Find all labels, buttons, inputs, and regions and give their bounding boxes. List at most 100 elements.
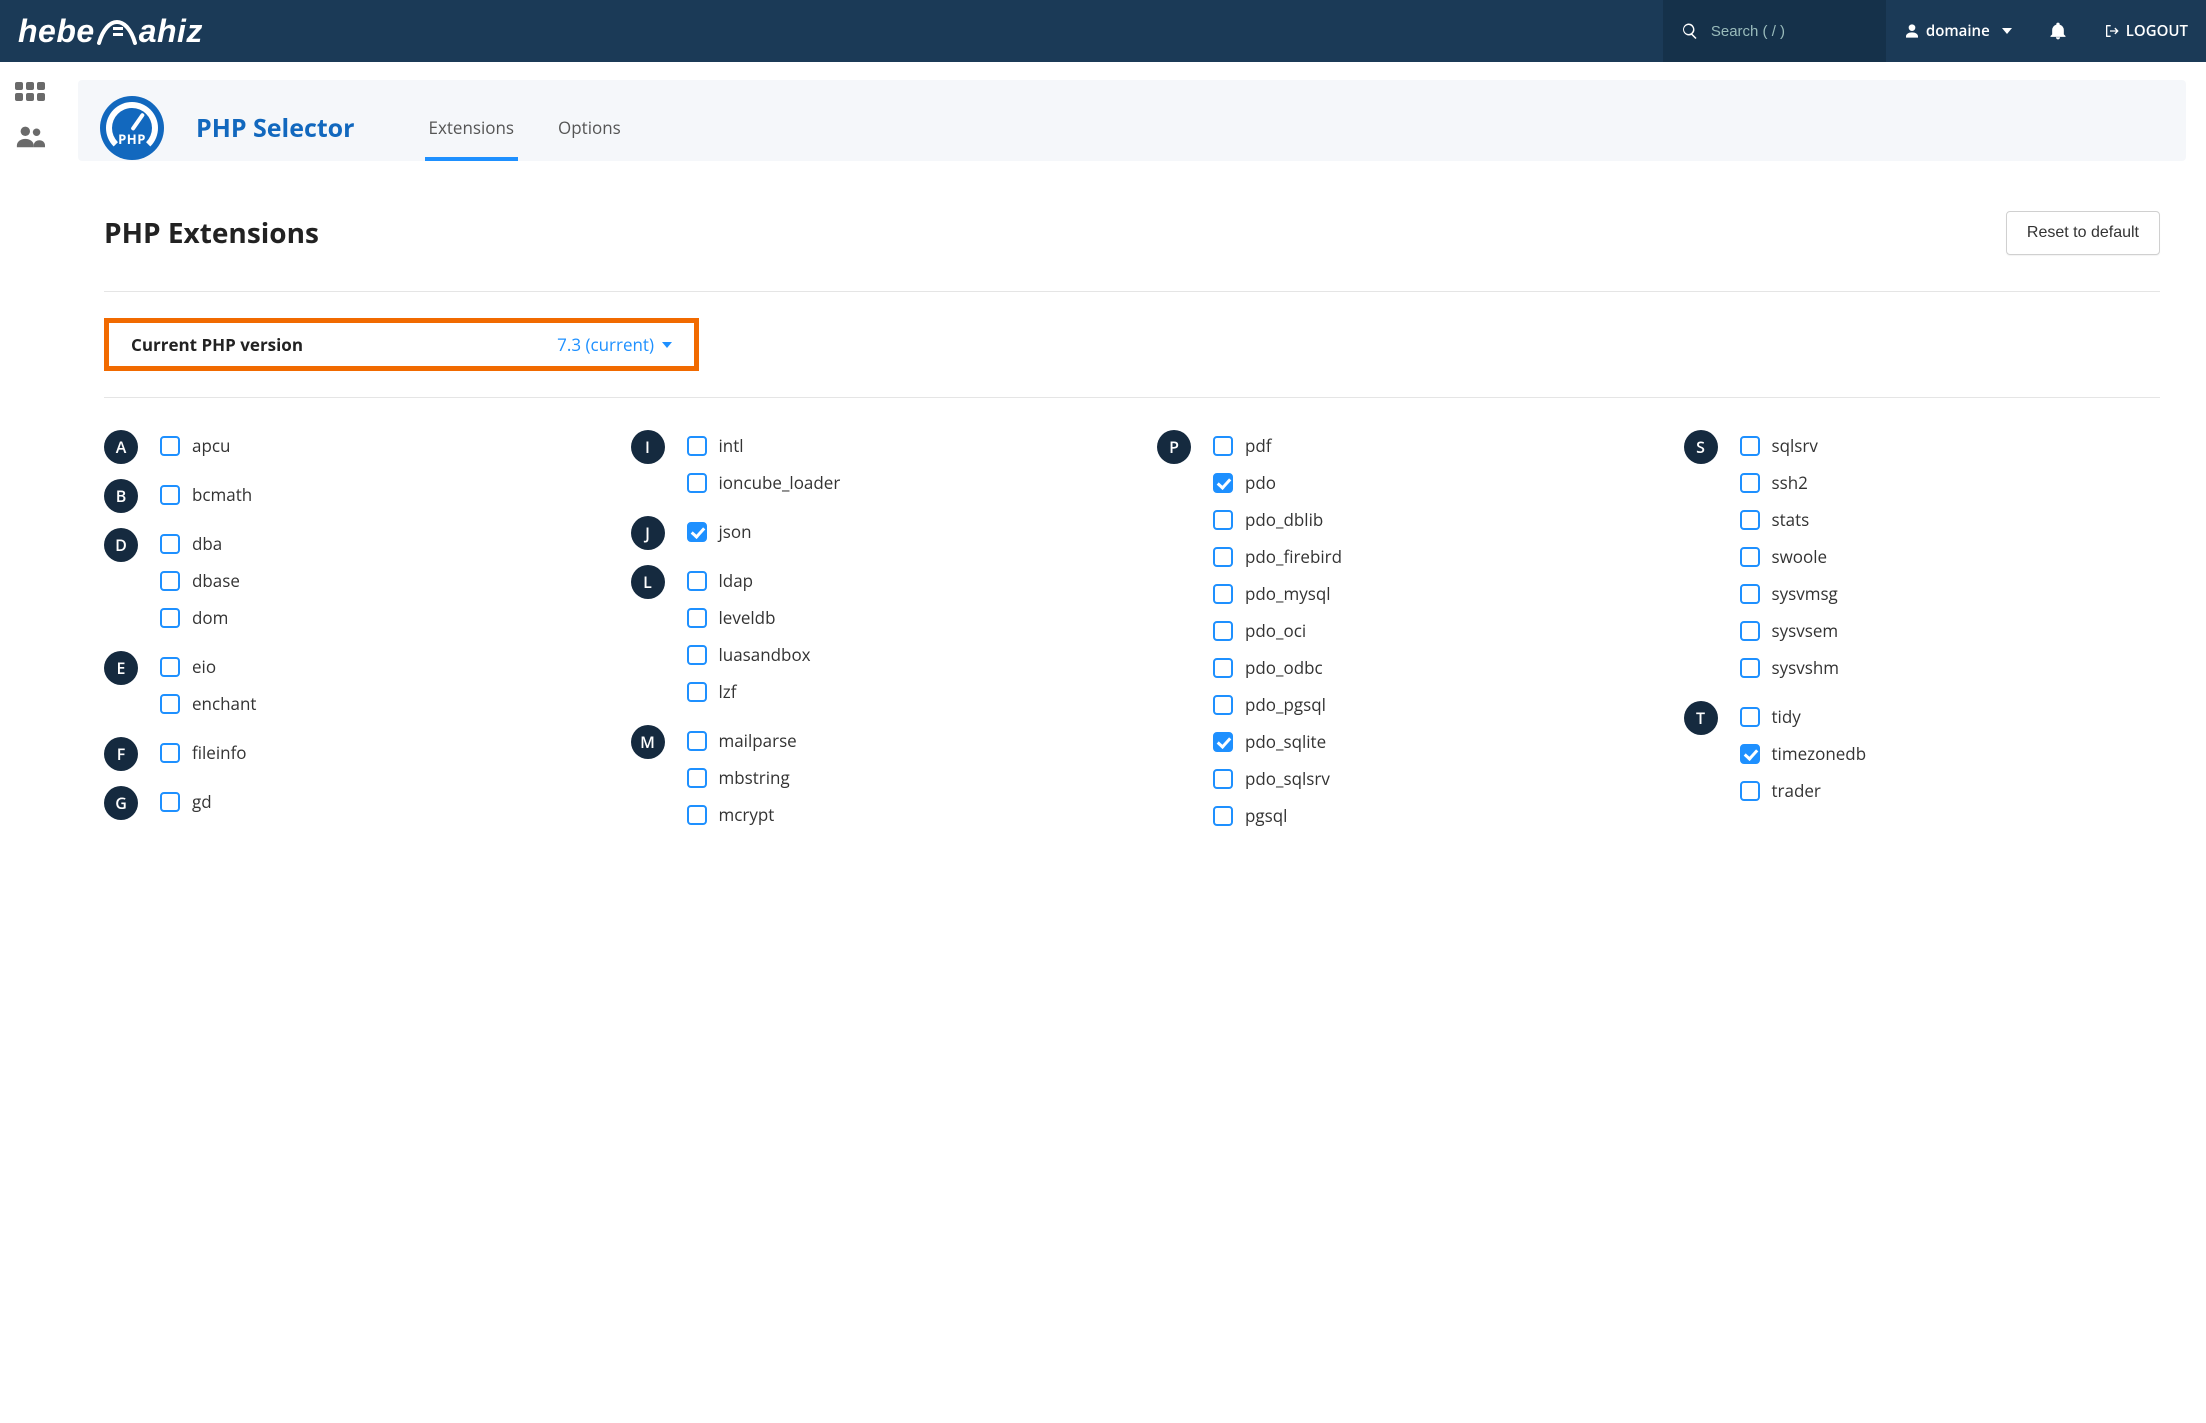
reset-to-default-button[interactable]: Reset to default <box>2006 211 2160 255</box>
account-menu[interactable]: domaine <box>1886 0 2030 62</box>
letter-badge: I <box>631 430 665 464</box>
extension-label: sysvsem <box>1772 619 1839 642</box>
version-value: 7.3 (current) <box>557 333 654 356</box>
extension-checkbox[interactable] <box>160 436 180 456</box>
extension-label: pdo_dblib <box>1245 508 1323 531</box>
extension-checkbox[interactable] <box>1740 781 1760 801</box>
extension-checkbox[interactable] <box>1213 473 1233 493</box>
extension-label: swoole <box>1772 545 1828 568</box>
tab-extensions[interactable]: Extensions <box>427 94 517 161</box>
extension-checkbox[interactable] <box>1740 510 1760 530</box>
extension-label: lzf <box>719 680 737 703</box>
extension-checkbox[interactable] <box>160 571 180 591</box>
extension-checkbox[interactable] <box>1740 436 1760 456</box>
extension-checkbox[interactable] <box>1213 695 1233 715</box>
extension-checkbox[interactable] <box>1213 621 1233 641</box>
extension-checkbox[interactable] <box>160 743 180 763</box>
extension-checkbox[interactable] <box>687 473 707 493</box>
page-title: PHP Selector <box>196 111 355 145</box>
extension-item: trader <box>1740 779 1867 802</box>
search-box[interactable] <box>1663 0 1886 62</box>
extension-label: pdo_odbc <box>1245 656 1323 679</box>
extension-checkbox[interactable] <box>1213 547 1233 567</box>
php-version-selector: Current PHP version 7.3 (current) <box>104 318 699 371</box>
extension-checkbox[interactable] <box>160 534 180 554</box>
extensions-column: Ssqlsrvssh2statsswoolesysvmsgsysvsemsysv… <box>1684 434 2161 853</box>
extension-item: dba <box>160 532 240 555</box>
extension-checkbox[interactable] <box>1213 436 1233 456</box>
bell-icon <box>2048 21 2068 41</box>
extension-item: pdo <box>1213 471 1342 494</box>
extension-label: pdo_firebird <box>1245 545 1342 568</box>
extension-checkbox[interactable] <box>1213 806 1233 826</box>
extension-checkbox[interactable] <box>160 694 180 714</box>
extension-item: pdo_odbc <box>1213 656 1342 679</box>
extension-item: leveldb <box>687 606 811 629</box>
extension-checkbox[interactable] <box>1740 621 1760 641</box>
extension-item: pdo_oci <box>1213 619 1342 642</box>
extension-label: mbstring <box>719 766 790 789</box>
letter-badge: S <box>1684 430 1718 464</box>
extension-item: luasandbox <box>687 643 811 666</box>
extension-item: pdo_sqlite <box>1213 730 1342 753</box>
extension-checkbox[interactable] <box>1740 473 1760 493</box>
chevron-down-icon <box>662 342 672 348</box>
logo-swoosh-icon <box>97 13 137 49</box>
extension-label: gd <box>192 790 212 813</box>
account-label: domaine <box>1926 21 1990 41</box>
logout-icon <box>2104 23 2120 39</box>
divider <box>104 397 2160 398</box>
extension-checkbox[interactable] <box>1213 510 1233 530</box>
extension-checkbox[interactable] <box>1740 744 1760 764</box>
extension-checkbox[interactable] <box>1740 658 1760 678</box>
extension-item: apcu <box>160 434 230 457</box>
extension-checkbox[interactable] <box>687 805 707 825</box>
extension-checkbox[interactable] <box>160 792 180 812</box>
extension-checkbox[interactable] <box>160 608 180 628</box>
extension-checkbox[interactable] <box>1213 658 1233 678</box>
extensions-section: PHP Extensions Reset to default Current … <box>78 161 2186 853</box>
extension-checkbox[interactable] <box>687 768 707 788</box>
users-button[interactable] <box>15 124 45 146</box>
extension-checkbox[interactable] <box>687 731 707 751</box>
logo-text-a: hebe <box>18 13 95 50</box>
logout-button[interactable]: LOGOUT <box>2086 0 2206 62</box>
extension-item: pgsql <box>1213 804 1342 827</box>
version-dropdown[interactable]: 7.3 (current) <box>557 333 672 356</box>
tab-options[interactable]: Options <box>556 94 623 161</box>
extension-checkbox[interactable] <box>1213 584 1233 604</box>
extension-checkbox[interactable] <box>687 436 707 456</box>
extension-checkbox[interactable] <box>1213 769 1233 789</box>
extension-item: timezonedb <box>1740 742 1867 765</box>
extension-checkbox[interactable] <box>1740 707 1760 727</box>
extension-checkbox[interactable] <box>160 657 180 677</box>
extension-checkbox[interactable] <box>687 682 707 702</box>
extension-checkbox[interactable] <box>160 485 180 505</box>
extension-item: fileinfo <box>160 741 247 764</box>
letter-badge: E <box>104 651 138 685</box>
extension-checkbox[interactable] <box>687 608 707 628</box>
extension-label: pgsql <box>1245 804 1287 827</box>
extension-checkbox[interactable] <box>1213 732 1233 752</box>
extension-label: fileinfo <box>192 741 247 764</box>
extension-checkbox[interactable] <box>687 522 707 542</box>
notifications-button[interactable] <box>2030 0 2086 62</box>
logo[interactable]: hebe ahiz <box>18 13 203 50</box>
extension-label: tidy <box>1772 705 1801 728</box>
extension-checkbox[interactable] <box>1740 584 1760 604</box>
version-label: Current PHP version <box>131 333 303 356</box>
extension-label: pdo_sqlite <box>1245 730 1326 753</box>
apps-grid-button[interactable] <box>15 82 45 104</box>
extension-checkbox[interactable] <box>687 645 707 665</box>
extension-item: bcmath <box>160 483 252 506</box>
grid-icon <box>15 82 45 101</box>
extension-item: ssh2 <box>1740 471 1839 494</box>
letter-badge: M <box>631 725 665 759</box>
extension-label: pdo_oci <box>1245 619 1306 642</box>
search-input[interactable] <box>1711 23 1861 40</box>
extension-checkbox[interactable] <box>687 571 707 591</box>
extensions-grid: AapcuBbcmathDdbadbasedomEeioenchantFfile… <box>104 434 2160 853</box>
extension-label: eio <box>192 655 216 678</box>
extension-checkbox[interactable] <box>1740 547 1760 567</box>
letter-badge: D <box>104 528 138 562</box>
